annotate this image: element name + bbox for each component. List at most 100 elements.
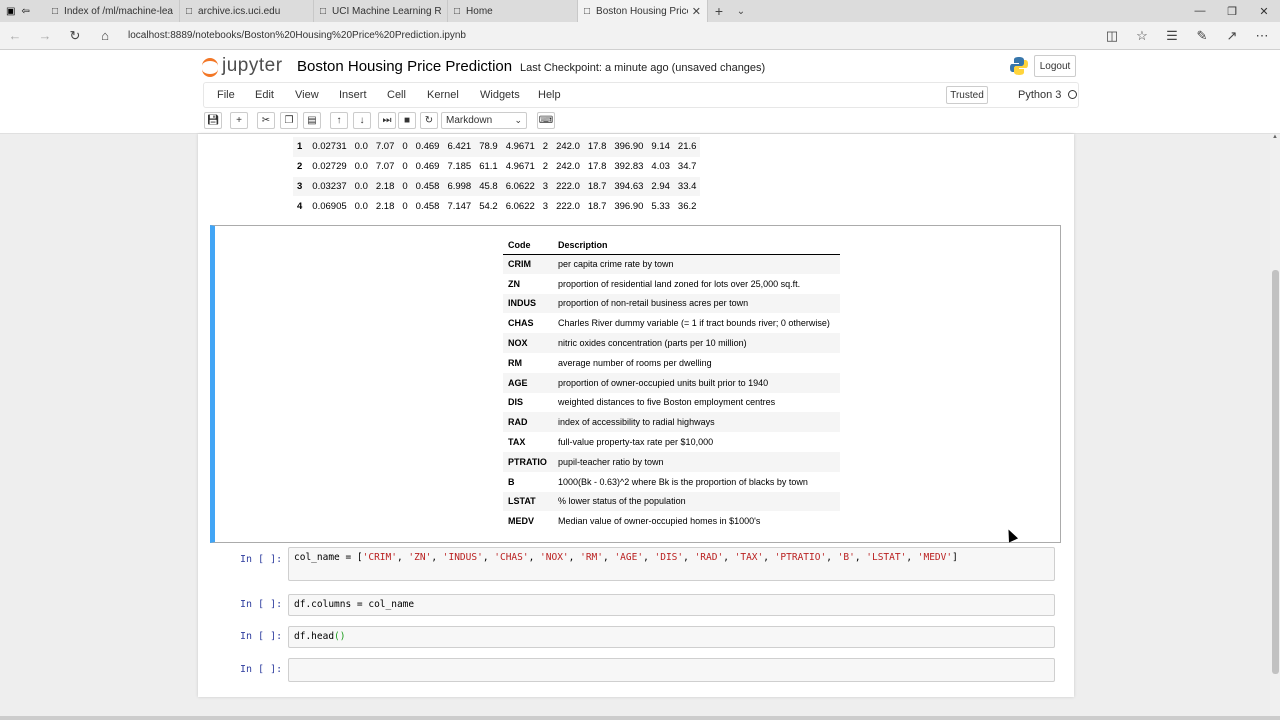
dataframe-row: 1 0.02731 0.0 7.07 0 0.469 6.421 78.9 4.9671 2 242… bbox=[293, 137, 701, 157]
dataframe-cell: 242.0 bbox=[556, 161, 580, 173]
menu-kernel[interactable]: Kernel bbox=[427, 89, 459, 101]
feature-description: full-value property-tax rate per $10,000 bbox=[558, 437, 714, 448]
cut-icon[interactable]: ✂ bbox=[257, 112, 275, 129]
tab-label: UCI Machine Learning Repo bbox=[332, 5, 441, 17]
code-input-set-columns[interactable]: df.columns = col_name bbox=[288, 594, 1055, 616]
dataframe-cell: 396.90 bbox=[610, 137, 648, 157]
jupyter-header: jupyter Boston Housing Price Prediction … bbox=[0, 50, 1280, 82]
stop-icon[interactable]: ■ bbox=[398, 112, 416, 129]
feature-code: INDUS bbox=[503, 293, 553, 314]
move-up-icon[interactable]: ↑ bbox=[330, 112, 348, 129]
string-literal: 'RM' bbox=[580, 552, 603, 563]
address-bar: ← → ↻ ⌂ localhost:8889/notebooks/Boston%… bbox=[0, 22, 1280, 50]
dataframe-cell: 7.07 bbox=[371, 137, 399, 157]
chevron-down-icon[interactable]: ⌄ bbox=[730, 0, 752, 22]
tab-index-ml[interactable]: □ Index of /ml/machine-learni bbox=[46, 0, 180, 22]
menu-widgets[interactable]: Widgets bbox=[480, 89, 520, 101]
menu-file[interactable]: File bbox=[217, 89, 235, 101]
reading-view-icon[interactable]: ◫ bbox=[1102, 28, 1122, 44]
save-icon[interactable]: 💾︎ bbox=[204, 112, 222, 129]
copy-icon[interactable]: ❐ bbox=[280, 112, 298, 129]
restore-icon[interactable]: ❐ bbox=[1216, 0, 1248, 22]
page-scrollbar[interactable]: ▲ bbox=[1270, 134, 1280, 720]
dataframe-cell: 4.9671 bbox=[505, 161, 535, 173]
feature-code: TAX bbox=[508, 437, 526, 448]
row-index: 3 bbox=[293, 176, 309, 197]
more-icon[interactable]: ⋯ bbox=[1252, 28, 1272, 44]
description-row: DIS weighted distances to five Boston emp… bbox=[503, 393, 840, 413]
pen-icon[interactable]: ✎ bbox=[1192, 28, 1212, 44]
code-input-head[interactable]: df.head() bbox=[288, 626, 1055, 648]
close-icon[interactable]: ✕ bbox=[692, 5, 701, 18]
dataframe-cell: 0.02731 bbox=[308, 137, 351, 157]
scroll-up-icon[interactable]: ▲ bbox=[1270, 134, 1280, 140]
menu-view[interactable]: View bbox=[295, 89, 319, 101]
feature-description: % lower status of the population bbox=[553, 491, 840, 512]
string-literal: 'AGE' bbox=[614, 552, 644, 563]
cell-type-select[interactable]: Markdown ⌄ bbox=[441, 112, 527, 129]
dataframe-cell: 392.83 bbox=[614, 161, 644, 173]
dataframe-cell: 34.7 bbox=[677, 161, 697, 173]
tab-preview-icon[interactable]: ⇦ bbox=[21, 6, 29, 17]
code-input-empty[interactable] bbox=[288, 658, 1055, 682]
page-icon: □ bbox=[584, 5, 591, 17]
jupyter-logo[interactable]: jupyter bbox=[202, 55, 283, 77]
menu-insert[interactable]: Insert bbox=[339, 89, 367, 101]
feature-description: per capita crime rate by town bbox=[553, 254, 840, 274]
back-icon[interactable]: ← bbox=[0, 28, 30, 43]
trusted-button[interactable]: Trusted bbox=[946, 86, 988, 104]
tab-uci-repo[interactable]: □ UCI Machine Learning Repo bbox=[314, 0, 448, 22]
restart-icon[interactable]: ↻ bbox=[420, 112, 438, 129]
feature-description: 1000(Bk - 0.63)^2 where Bk is the propor… bbox=[558, 476, 808, 487]
close-window-icon[interactable]: ✕ bbox=[1248, 0, 1280, 22]
feature-description: index of accessibility to radial highway… bbox=[553, 412, 840, 433]
window-controls: — ❐ ✕ bbox=[1184, 0, 1280, 22]
dataframe-row: 3 0.03237 0.0 2.18 0 0.458 6.998 45.8 6.0622 3 222… bbox=[293, 176, 701, 197]
dataframe-cell: 0.0 bbox=[354, 200, 368, 212]
tab-archive[interactable]: □ archive.ics.uci.edu bbox=[180, 0, 314, 22]
code-text: col_name = [ bbox=[294, 552, 363, 563]
tab-boston-active[interactable]: □ Boston Housing Price ✕ bbox=[578, 0, 708, 22]
home-icon[interactable]: ⌂ bbox=[90, 28, 120, 43]
header-code: Code bbox=[503, 236, 553, 255]
code-cell-colnames[interactable]: In [ ]: col_name = ['CRIM', 'ZN', 'INDUS… bbox=[198, 547, 1074, 583]
tab-home[interactable]: □ Home bbox=[448, 0, 578, 22]
favorite-star-icon[interactable]: ☆ bbox=[1132, 28, 1152, 44]
code-input-colnames[interactable]: col_name = ['CRIM', 'ZN', 'INDUS', 'CHAS… bbox=[288, 547, 1055, 581]
code-cell-empty[interactable]: In [ ]: bbox=[198, 658, 1074, 682]
menu-cell[interactable]: Cell bbox=[387, 89, 406, 101]
dataframe-cell: 3 bbox=[538, 176, 553, 197]
description-row: ZN proportion of residential land zoned f… bbox=[503, 274, 840, 294]
add-cell-icon[interactable]: + bbox=[230, 112, 248, 129]
dataframe-cell: 45.8 bbox=[475, 176, 502, 197]
keyboard-icon[interactable]: ⌨︎ bbox=[537, 112, 555, 129]
feature-description: proportion of non-retail business acres … bbox=[553, 293, 840, 314]
dataframe-cell: 3 bbox=[542, 200, 549, 212]
feature-code: PTRATIO bbox=[503, 451, 553, 472]
dataframe-cell: 0.02729 bbox=[312, 161, 347, 173]
tab-actions-icon[interactable]: ▣ bbox=[6, 6, 15, 17]
menu-help[interactable]: Help bbox=[538, 89, 561, 101]
new-tab-icon[interactable]: + bbox=[708, 0, 730, 22]
menu-edit[interactable]: Edit bbox=[255, 89, 274, 101]
string-literal: 'B' bbox=[837, 552, 855, 563]
refresh-icon[interactable]: ↻ bbox=[60, 28, 90, 44]
share-icon[interactable]: ↗ bbox=[1222, 28, 1242, 44]
feature-description: proportion of owner-occupied units built… bbox=[553, 372, 840, 393]
move-down-icon[interactable]: ↓ bbox=[353, 112, 371, 129]
url-field[interactable]: localhost:8889/notebooks/Boston%20Housin… bbox=[128, 30, 1102, 41]
dataframe-cell: 396.90 bbox=[614, 200, 644, 212]
forward-icon[interactable]: → bbox=[30, 28, 60, 43]
run-icon[interactable]: ⏭︎ bbox=[378, 112, 396, 129]
minimize-icon[interactable]: — bbox=[1184, 0, 1216, 22]
logout-button[interactable]: Logout bbox=[1034, 55, 1076, 77]
code-cell-head[interactable]: In [ ]: df.head() bbox=[198, 626, 1074, 648]
notebook-title[interactable]: Boston Housing Price Prediction bbox=[297, 58, 512, 75]
scrollbar-thumb[interactable] bbox=[1272, 270, 1279, 674]
taskbar-edge bbox=[0, 716, 1280, 720]
dataframe-cell: 2.94 bbox=[647, 176, 674, 197]
favorites-hub-icon[interactable]: ☰ bbox=[1162, 28, 1182, 44]
code-cell-set-columns[interactable]: In [ ]: df.columns = col_name bbox=[198, 594, 1074, 616]
paste-icon[interactable]: ▤ bbox=[303, 112, 321, 129]
feature-code: RM bbox=[508, 357, 522, 368]
